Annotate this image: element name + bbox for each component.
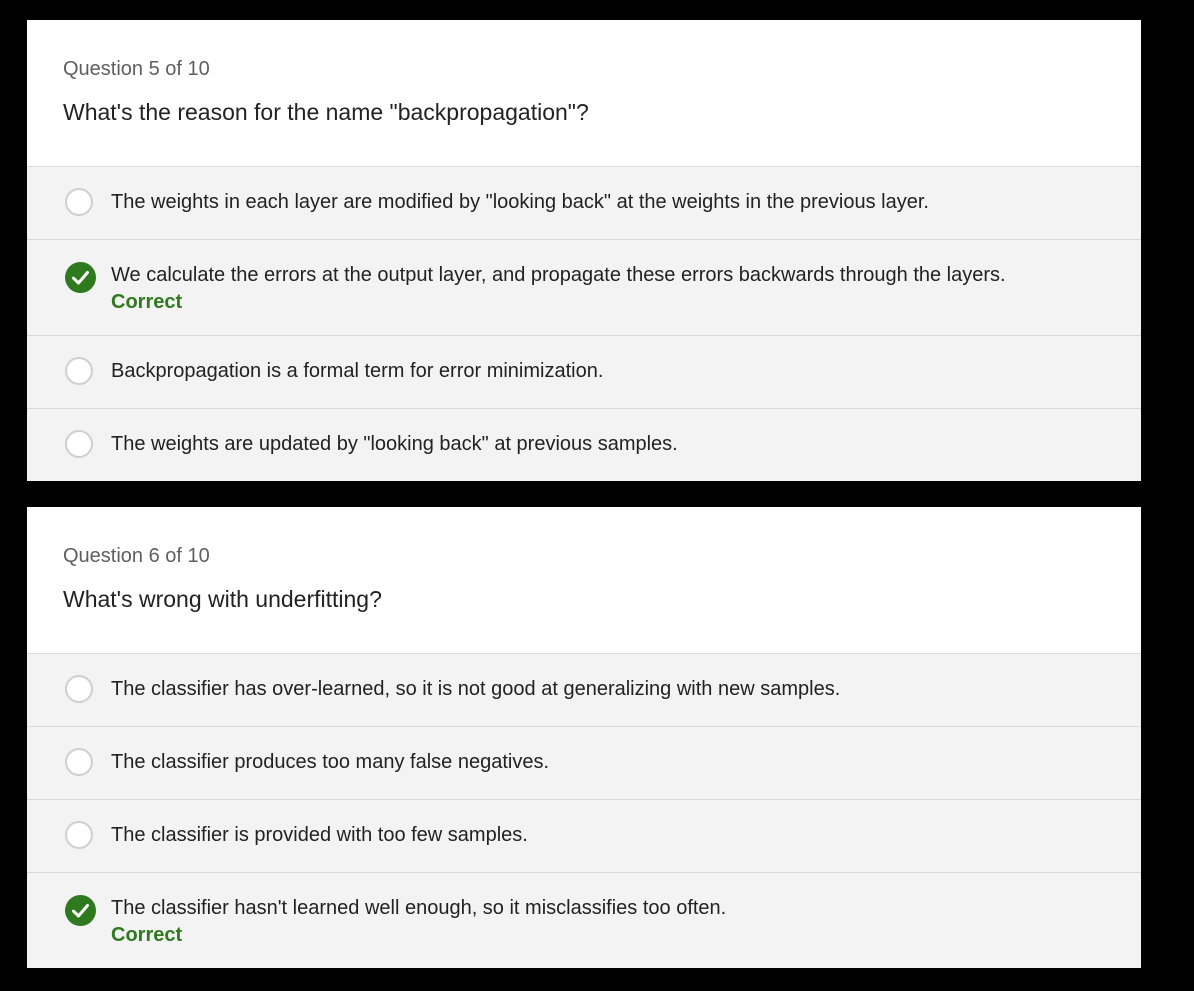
answer-option[interactable]: The weights in each layer are modified b… xyxy=(27,167,1141,240)
radio-empty-icon[interactable] xyxy=(65,675,93,703)
answer-option-text: The weights are updated by "looking back… xyxy=(111,433,678,455)
answer-option-text: The classifier is provided with too few … xyxy=(111,824,528,846)
answer-option[interactable]: Backpropagation is a formal term for err… xyxy=(27,336,1141,409)
correct-feedback-label: Correct xyxy=(111,291,183,313)
radio-empty-icon[interactable] xyxy=(65,430,93,458)
question-text: What's wrong with underfitting? xyxy=(63,586,382,612)
question-counter: Question 5 of 10 xyxy=(63,58,210,80)
answer-option-text: Backpropagation is a formal term for err… xyxy=(111,360,604,382)
question-header: Question 6 of 10 What's wrong with under… xyxy=(27,507,1141,654)
question-counter: Question 6 of 10 xyxy=(63,545,210,567)
radio-empty-icon[interactable] xyxy=(65,188,93,216)
answer-option[interactable]: The weights are updated by "looking back… xyxy=(27,409,1141,482)
answer-option-text: The classifier has over-learned, so it i… xyxy=(111,678,841,700)
answer-option[interactable]: The classifier produces too many false n… xyxy=(27,727,1141,800)
question-card-5: Question 5 of 10 What's the reason for t… xyxy=(27,20,1141,481)
question-card-6: Question 6 of 10 What's wrong with under… xyxy=(27,507,1141,968)
checkmark-circle-icon xyxy=(65,895,96,926)
answer-option-correct[interactable]: The classifier hasn't learned well enoug… xyxy=(27,873,1141,969)
checkmark-circle-icon xyxy=(65,262,96,293)
answer-option[interactable]: The classifier is provided with too few … xyxy=(27,800,1141,873)
question-text: What's the reason for the name "backprop… xyxy=(63,99,589,125)
answer-option[interactable]: The classifier has over-learned, so it i… xyxy=(27,654,1141,727)
radio-empty-icon[interactable] xyxy=(65,821,93,849)
answer-option-correct[interactable]: We calculate the errors at the output la… xyxy=(27,240,1141,336)
answer-option-text: The classifier produces too many false n… xyxy=(111,751,549,773)
correct-feedback-label: Correct xyxy=(111,924,183,946)
question-header: Question 5 of 10 What's the reason for t… xyxy=(27,20,1141,167)
answer-option-text: The weights in each layer are modified b… xyxy=(111,191,929,213)
radio-empty-icon[interactable] xyxy=(65,748,93,776)
radio-empty-icon[interactable] xyxy=(65,357,93,385)
answer-option-text: The classifier hasn't learned well enoug… xyxy=(111,897,727,919)
answer-option-text: We calculate the errors at the output la… xyxy=(111,264,1006,286)
